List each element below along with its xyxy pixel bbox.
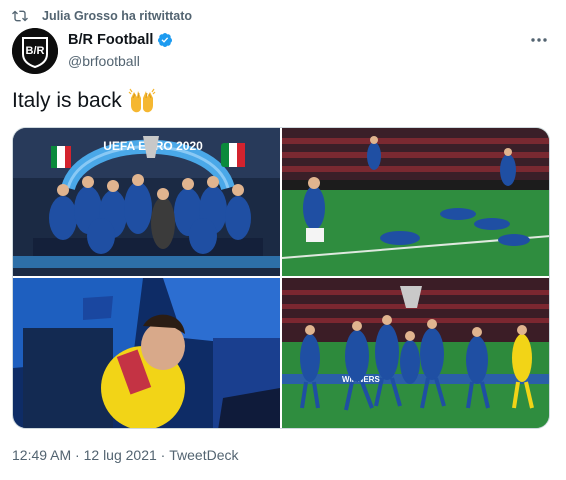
tweet-source[interactable]: TweetDeck [169,447,238,463]
retweet-label[interactable]: Julia Grosso ha ritwittato [42,9,192,23]
photo-image: UEFA EURO 2020 [13,128,280,276]
photo-image [13,278,280,428]
author-name[interactable]: B/R Football [68,32,153,48]
meta-separator: · [71,447,84,463]
media-grid: UEFA EURO 2020 [12,127,550,429]
photo-image [282,128,549,276]
trophy-lift-pitch-photo[interactable]: WINNERS [282,278,549,428]
avatar[interactable]: B/R [12,28,58,74]
avatar-logo-text: B/R [26,45,45,57]
author-handle[interactable]: @brfootball [68,53,173,69]
author-block: B/R Football @brfootball [68,31,173,69]
verified-badge-icon [158,33,173,47]
photo-image: WINNERS [282,278,549,428]
tweet-time[interactable]: 12:49 AM [12,447,71,463]
more-options-button[interactable] [528,30,550,50]
team-huddle-photo[interactable] [13,278,280,428]
retweet-header: Julia Grosso ha ritwittato [12,8,192,24]
br-logo-icon: B/R [12,28,58,74]
tweet-text: Italy is back [12,88,156,114]
tweet-text-content: Italy is back [12,89,122,112]
raising-hands-emoji-icon [128,88,156,113]
more-dots-icon [531,38,547,42]
tweet-metadata: 12:49 AM · 12 lug 2021 · TweetDeck [12,447,239,463]
meta-separator: · [156,447,170,463]
trophy-celebration-photo[interactable]: UEFA EURO 2020 [13,128,280,276]
tweet-date[interactable]: 12 lug 2021 [84,447,157,463]
retweet-icon [12,10,28,22]
pitch-slide-celebration-photo[interactable] [282,128,549,276]
